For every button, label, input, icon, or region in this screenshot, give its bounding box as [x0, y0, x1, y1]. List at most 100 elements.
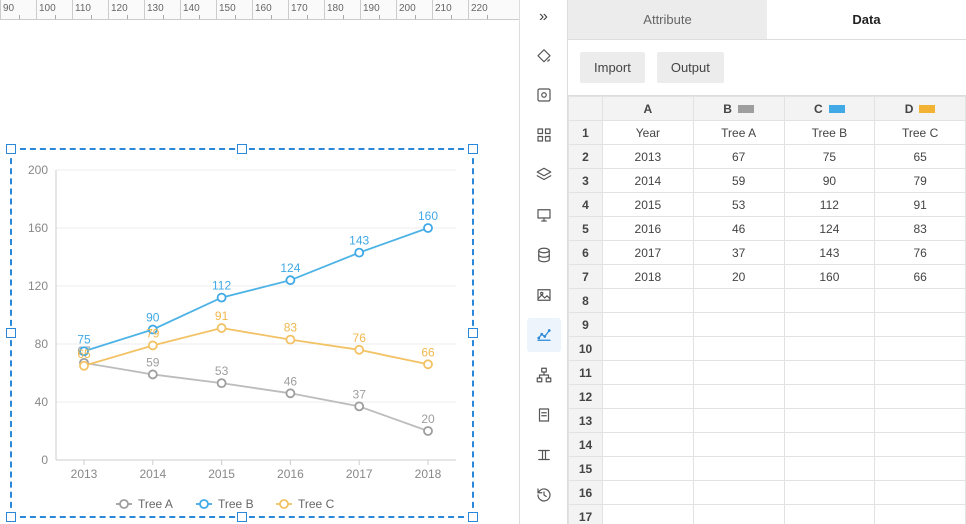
row-header[interactable]: 11 — [569, 361, 603, 385]
cell[interactable] — [784, 505, 875, 524]
cell[interactable]: 83 — [875, 217, 966, 241]
row-header[interactable]: 15 — [569, 457, 603, 481]
cell[interactable]: 46 — [693, 217, 784, 241]
cell[interactable] — [875, 289, 966, 313]
presentation-icon[interactable] — [527, 198, 561, 232]
row-header[interactable]: 4 — [569, 193, 603, 217]
cell[interactable] — [784, 481, 875, 505]
cell[interactable] — [603, 433, 694, 457]
chart-icon[interactable] — [527, 318, 561, 352]
cell[interactable] — [603, 481, 694, 505]
row-header[interactable]: 8 — [569, 289, 603, 313]
table-row[interactable]: 9 — [569, 313, 966, 337]
cell[interactable] — [875, 361, 966, 385]
col-header-b[interactable]: B — [693, 97, 784, 121]
cell[interactable] — [875, 481, 966, 505]
cell[interactable] — [603, 313, 694, 337]
cell[interactable] — [875, 433, 966, 457]
cell[interactable] — [693, 505, 784, 524]
spreadsheet[interactable]: A B C D 1Year Tree A Tree B Tree C22013 … — [568, 95, 966, 524]
row-header[interactable]: 10 — [569, 337, 603, 361]
cell[interactable] — [693, 433, 784, 457]
cell[interactable]: 2013 — [603, 145, 694, 169]
cell[interactable] — [784, 289, 875, 313]
col-header-a[interactable]: A — [603, 97, 694, 121]
row-header[interactable]: 17 — [569, 505, 603, 524]
tab-attribute[interactable]: Attribute — [568, 0, 767, 39]
table-row[interactable]: 42015 53 112 91 — [569, 193, 966, 217]
table-row[interactable]: 52016 46 124 83 — [569, 217, 966, 241]
cell[interactable]: 76 — [875, 241, 966, 265]
cell[interactable] — [784, 433, 875, 457]
col-header-d[interactable]: D — [875, 97, 966, 121]
cell[interactable] — [784, 409, 875, 433]
cell[interactable] — [784, 385, 875, 409]
cell[interactable]: 2016 — [603, 217, 694, 241]
cell[interactable]: 143 — [784, 241, 875, 265]
cell[interactable] — [693, 313, 784, 337]
cell[interactable]: 124 — [784, 217, 875, 241]
cell[interactable]: Year — [603, 121, 694, 145]
table-row[interactable]: 12 — [569, 385, 966, 409]
cell[interactable]: 2017 — [603, 241, 694, 265]
row-header[interactable]: 3 — [569, 169, 603, 193]
line-chart[interactable]: 0408012016020020132014201520162017201867… — [10, 148, 474, 518]
cell[interactable] — [875, 337, 966, 361]
spacing-icon[interactable] — [527, 438, 561, 472]
cell[interactable] — [784, 457, 875, 481]
cell[interactable]: 2015 — [603, 193, 694, 217]
cell[interactable]: Tree A — [693, 121, 784, 145]
cell[interactable]: 90 — [784, 169, 875, 193]
page-icon[interactable] — [527, 398, 561, 432]
tab-data[interactable]: Data — [767, 0, 966, 39]
fill-tool-icon[interactable] — [527, 38, 561, 72]
cell[interactable]: 59 — [693, 169, 784, 193]
cell[interactable] — [693, 361, 784, 385]
cell[interactable] — [693, 409, 784, 433]
hierarchy-icon[interactable] — [527, 358, 561, 392]
table-row[interactable]: 62017 37 143 76 — [569, 241, 966, 265]
table-row[interactable]: 10 — [569, 337, 966, 361]
cell[interactable] — [693, 337, 784, 361]
cell[interactable]: 53 — [693, 193, 784, 217]
cell[interactable] — [693, 457, 784, 481]
cell[interactable] — [693, 289, 784, 313]
cell[interactable] — [603, 385, 694, 409]
table-row[interactable]: 17 — [569, 505, 966, 524]
cell[interactable] — [603, 337, 694, 361]
cell[interactable]: 67 — [693, 145, 784, 169]
cell[interactable] — [875, 409, 966, 433]
cell[interactable] — [603, 409, 694, 433]
cell[interactable] — [875, 313, 966, 337]
cell[interactable]: 75 — [784, 145, 875, 169]
database-icon[interactable] — [527, 238, 561, 272]
cell[interactable]: 160 — [784, 265, 875, 289]
cell[interactable] — [603, 457, 694, 481]
cell[interactable]: 66 — [875, 265, 966, 289]
table-row[interactable]: 8 — [569, 289, 966, 313]
cell[interactable]: Tree B — [784, 121, 875, 145]
settings-icon[interactable] — [527, 78, 561, 112]
cell[interactable]: Tree C — [875, 121, 966, 145]
table-row[interactable]: 16 — [569, 481, 966, 505]
image-icon[interactable] — [527, 278, 561, 312]
data-table[interactable]: A B C D 1Year Tree A Tree B Tree C22013 … — [568, 96, 966, 524]
cell[interactable] — [693, 481, 784, 505]
cell[interactable] — [603, 289, 694, 313]
row-header[interactable]: 16 — [569, 481, 603, 505]
row-header[interactable]: 7 — [569, 265, 603, 289]
row-header[interactable]: 2 — [569, 145, 603, 169]
table-row[interactable]: 22013 67 75 65 — [569, 145, 966, 169]
cell[interactable] — [603, 361, 694, 385]
cell[interactable] — [875, 385, 966, 409]
table-row[interactable]: 1Year Tree A Tree B Tree C — [569, 121, 966, 145]
row-header[interactable]: 14 — [569, 433, 603, 457]
cell[interactable]: 37 — [693, 241, 784, 265]
canvas-body[interactable]: 0408012016020020132014201520162017201867… — [0, 20, 519, 524]
row-header[interactable]: 9 — [569, 313, 603, 337]
row-header[interactable]: 5 — [569, 217, 603, 241]
cell[interactable]: 20 — [693, 265, 784, 289]
table-row[interactable]: 14 — [569, 433, 966, 457]
cell[interactable] — [784, 313, 875, 337]
cell[interactable] — [875, 457, 966, 481]
